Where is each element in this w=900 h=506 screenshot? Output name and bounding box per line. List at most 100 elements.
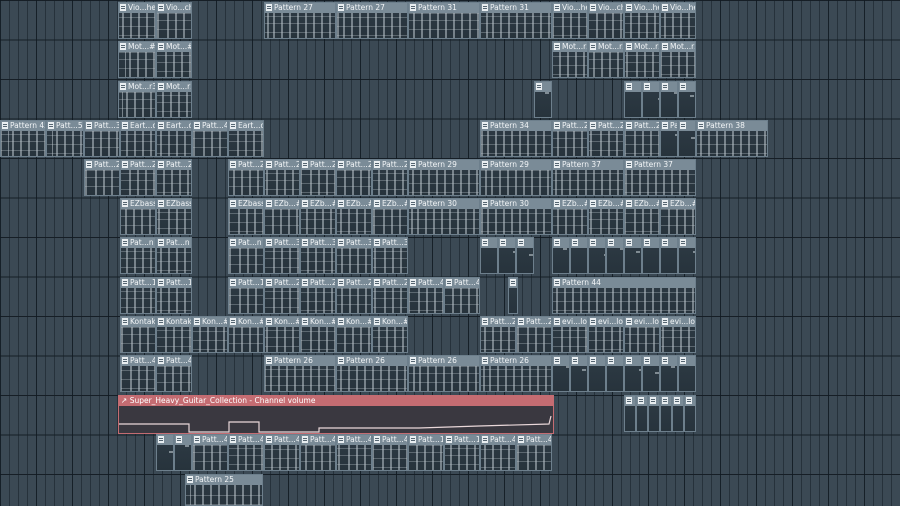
pattern-clip[interactable]: Pattern 31 — [480, 2, 552, 39]
pattern-clip[interactable] — [534, 81, 552, 118]
pattern-clip[interactable]: Pattern 29 — [480, 159, 552, 196]
pattern-clip[interactable]: Pattern 26 — [264, 355, 336, 392]
pattern-clip[interactable]: Vio...he — [624, 2, 660, 39]
pattern-clip[interactable]: Kontakt — [120, 316, 156, 353]
pattern-clip[interactable] — [156, 434, 174, 471]
pattern-clip[interactable]: Kon...#3 — [336, 316, 372, 353]
pattern-clip[interactable]: EZb...#3 — [624, 198, 660, 235]
pattern-clip[interactable]: Patt...20 — [372, 277, 408, 314]
pattern-clip[interactable] — [660, 395, 672, 432]
pattern-clip[interactable] — [678, 120, 696, 157]
pattern-clip[interactable]: Patt...41 — [264, 434, 300, 471]
pattern-clip[interactable] — [636, 395, 648, 432]
pattern-clip[interactable]: Mot...r3 — [588, 41, 624, 78]
pattern-clip[interactable]: Vio...che — [156, 2, 192, 39]
pattern-clip[interactable] — [624, 395, 636, 432]
pattern-clip[interactable]: Patt...19 — [228, 277, 264, 314]
pattern-clip[interactable]: Mot...#2 — [118, 41, 156, 78]
pattern-clip[interactable]: Patt...41 — [516, 434, 552, 471]
pattern-clip[interactable]: Mot...r3 — [552, 41, 588, 78]
pattern-clip[interactable] — [624, 355, 642, 392]
pattern-clip[interactable]: Vio...he — [552, 2, 588, 39]
pattern-clip[interactable]: Kon...#3 — [264, 316, 300, 353]
pattern-clip[interactable]: Patt...20 — [480, 316, 516, 353]
pattern-clip[interactable]: Patt...20 — [552, 120, 588, 157]
pattern-clip[interactable] — [606, 237, 624, 274]
pattern-clip[interactable]: Eart...d) — [228, 120, 264, 157]
pattern-clip[interactable]: Patt...41 — [336, 434, 372, 471]
pattern-clip[interactable]: Pattern 44 — [552, 277, 696, 314]
pattern-clip[interactable]: Kon...#2 — [192, 316, 228, 353]
pattern-clip[interactable]: Patt...47 — [444, 277, 480, 314]
pattern-clip[interactable] — [588, 355, 606, 392]
pattern-clip[interactable]: Patt...37 — [84, 120, 120, 157]
pattern-clip[interactable]: Patt...20 — [588, 120, 624, 157]
pattern-clip[interactable]: Pa — [660, 120, 678, 157]
pattern-clip[interactable]: evi...loo — [588, 316, 624, 353]
pattern-clip[interactable]: Patt...41 — [372, 434, 408, 471]
pattern-clip[interactable]: Kon...#3 — [372, 316, 408, 353]
automation-envelope[interactable] — [119, 406, 555, 435]
pattern-clip[interactable]: Patt...41 — [120, 355, 156, 392]
pattern-clip[interactable]: Pattern 26 — [336, 355, 408, 392]
pattern-clip[interactable] — [552, 237, 570, 274]
pattern-clip[interactable] — [684, 395, 696, 432]
pattern-clip[interactable]: Pattern 37 — [552, 159, 624, 196]
pattern-clip[interactable]: Pattern 31 — [408, 2, 480, 39]
pattern-clip[interactable]: Pattern 45 — [0, 120, 46, 157]
pattern-clip[interactable] — [624, 81, 642, 118]
pattern-clip[interactable] — [570, 355, 588, 392]
pattern-clip[interactable]: Pat...n 7 — [156, 237, 192, 274]
pattern-clip[interactable] — [516, 237, 534, 274]
pattern-clip[interactable]: Mot...r3 — [118, 81, 156, 118]
pattern-clip[interactable]: Patt...57 — [46, 120, 84, 157]
pattern-clip[interactable] — [508, 277, 518, 314]
pattern-clip[interactable]: Pattern 27 — [336, 2, 408, 39]
pattern-clip[interactable]: Kontakt — [156, 316, 192, 353]
pattern-clip[interactable]: EZb...#2 — [372, 198, 408, 235]
pattern-clip[interactable]: EZbass — [120, 198, 156, 235]
pattern-clip[interactable]: EZbass — [228, 198, 264, 235]
pattern-clip[interactable]: Mot...#2 — [156, 41, 192, 78]
pattern-clip[interactable]: EZb...#2 — [264, 198, 300, 235]
pattern-clip[interactable] — [648, 395, 660, 432]
pattern-clip[interactable]: Pattern 34 — [480, 120, 552, 157]
pattern-clip[interactable] — [660, 237, 678, 274]
pattern-clip[interactable]: evi...loo — [624, 316, 660, 353]
pattern-clip[interactable] — [624, 237, 642, 274]
automation-clip-channel-volume[interactable]: ↗ Super_Heavy_Guitar_Collection - Channe… — [118, 395, 554, 434]
pattern-clip[interactable]: Patt...21 — [156, 159, 192, 196]
pattern-clip[interactable] — [660, 355, 678, 392]
pattern-clip[interactable]: Patt...47 — [192, 120, 228, 157]
pattern-clip[interactable]: Patt...17 — [444, 434, 480, 471]
pattern-clip[interactable]: Pat...n 7 — [120, 237, 156, 274]
pattern-clip[interactable]: Pattern 26 — [480, 355, 552, 392]
pattern-clip[interactable]: EZb...#3 — [660, 198, 696, 235]
pattern-clip[interactable]: Patt...22 — [300, 159, 336, 196]
pattern-clip[interactable]: Eart...d) — [156, 120, 192, 157]
pattern-clip[interactable]: Patt...22 — [264, 159, 300, 196]
pattern-clip[interactable]: Vio...he — [660, 2, 696, 39]
pattern-clip[interactable]: Vio...he — [118, 2, 156, 39]
pattern-clip[interactable]: Pattern 37 — [624, 159, 696, 196]
pattern-clip[interactable]: Vio...che — [588, 2, 624, 39]
pattern-clip[interactable]: Patt...20 — [300, 277, 336, 314]
pattern-clip[interactable]: Pattern 30 — [480, 198, 552, 235]
pattern-clip[interactable]: Patt...17 — [408, 434, 444, 471]
pattern-clip[interactable]: Patt...41 — [300, 434, 336, 471]
pattern-clip[interactable]: Patt...19 — [156, 277, 192, 314]
pattern-clip[interactable]: Pattern 25 — [185, 474, 263, 506]
pattern-clip[interactable]: Pat...n 7 — [228, 237, 264, 274]
pattern-clip[interactable]: Patt...22 — [372, 159, 408, 196]
pattern-clip[interactable]: Patt...41 — [228, 434, 264, 471]
pattern-clip[interactable] — [642, 81, 660, 118]
pattern-clip[interactable] — [678, 237, 696, 274]
pattern-clip[interactable]: Eart...d) — [120, 120, 156, 157]
pattern-clip[interactable]: Patt...41 — [156, 355, 192, 392]
pattern-clip[interactable]: Patt...20 — [624, 120, 660, 157]
pattern-clip[interactable]: Mot...r3 — [660, 41, 696, 78]
pattern-clip[interactable]: Patt...33 — [300, 237, 336, 274]
pattern-clip[interactable]: Patt...33 — [264, 237, 300, 274]
pattern-clip[interactable]: Kon...#3 — [300, 316, 336, 353]
pattern-clip[interactable]: Mot...r3 — [156, 81, 192, 118]
